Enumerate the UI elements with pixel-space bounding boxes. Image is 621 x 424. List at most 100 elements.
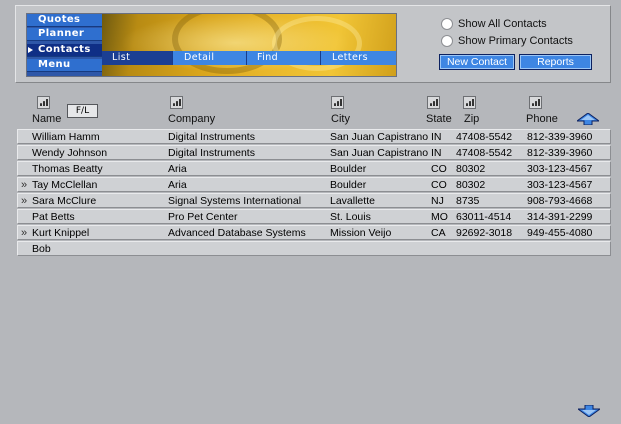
contact-company: Digital Instruments (168, 131, 255, 143)
show-primary-label: Show Primary Contacts (458, 35, 573, 47)
contact-city: Boulder (330, 163, 367, 175)
new-contact-label: New Contact (440, 55, 514, 69)
contact-company: Aria (168, 163, 187, 175)
contact-name: Kurt Knippel (32, 227, 90, 239)
contact-zip: 63011-4514 (456, 211, 512, 223)
contact-phone: 303-123-4567 (527, 179, 593, 191)
column-header-state[interactable]: State (426, 96, 452, 125)
top-toolbar: Quotes Planner Contacts Menu List Detail… (15, 5, 611, 83)
contact-company: Aria (168, 179, 187, 191)
column-name-label: Name (32, 113, 62, 125)
bar-chart-icon[interactable] (37, 96, 50, 109)
show-primary-option[interactable]: Show Primary Contacts (441, 34, 573, 48)
contact-city: St. Louis (330, 211, 371, 223)
contact-phone: 303-123-4567 (527, 163, 593, 175)
show-all-label: Show All Contacts (458, 18, 547, 30)
row-marker: » (21, 195, 28, 207)
contact-name: Sara McClure (32, 195, 97, 207)
column-header-phone[interactable]: Phone (526, 96, 558, 125)
contact-company: Pro Pet Center (168, 211, 238, 223)
reports-label: Reports (520, 55, 591, 69)
navigation-panel: Quotes Planner Contacts Menu List Detail… (26, 13, 397, 77)
column-city-label: City (331, 113, 350, 125)
contact-company: Digital Instruments (168, 147, 255, 159)
contact-city: Boulder (330, 179, 367, 191)
show-all-radio[interactable] (441, 18, 453, 30)
contact-state: CA (431, 227, 446, 239)
column-header-zip[interactable]: Zip (463, 96, 479, 125)
bar-chart-icon[interactable] (463, 96, 476, 109)
contact-phone: 314-391-2299 (527, 211, 593, 223)
tab-detail[interactable]: Detail (173, 51, 247, 65)
contact-name: Tay McClellan (32, 179, 98, 191)
row-marker: » (21, 179, 28, 191)
table-row[interactable]: » Sara McClure Signal Systems Internatio… (17, 193, 611, 208)
contact-state: IN (431, 131, 442, 143)
table-row[interactable]: Thomas Beatty Aria Boulder CO 80302 303-… (17, 161, 611, 176)
contact-name: Wendy Johnson (32, 147, 108, 159)
table-row[interactable]: Wendy Johnson Digital Instruments San Ju… (17, 145, 611, 160)
show-all-option[interactable]: Show All Contacts (441, 17, 547, 31)
tab-find[interactable]: Find (247, 51, 321, 65)
contact-state: IN (431, 147, 442, 159)
contact-zip: 80302 (456, 179, 486, 191)
table-row[interactable]: » Kurt Knippel Advanced Database Systems… (17, 225, 611, 240)
bar-chart-icon[interactable] (427, 96, 440, 109)
column-header-city[interactable]: City (331, 96, 350, 125)
contact-list: William Hamm Digital Instruments San Jua… (17, 129, 611, 257)
bar-chart-icon[interactable] (170, 96, 183, 109)
menu-planner[interactable]: Planner (27, 28, 102, 41)
up-arrow-icon[interactable] (577, 113, 599, 125)
contact-phone: 812-339-3960 (527, 147, 593, 159)
menu-contacts[interactable]: Contacts (27, 44, 102, 57)
contact-zip: 47408-5542 (456, 131, 513, 143)
contact-zip: 47408-5542 (456, 147, 513, 159)
table-row[interactable]: Pat Betts Pro Pet Center St. Louis MO 63… (17, 209, 611, 224)
contact-phone: 949-455-4080 (527, 227, 593, 239)
contact-state: CO (431, 179, 447, 191)
table-row[interactable]: William Hamm Digital Instruments San Jua… (17, 129, 611, 144)
table-row[interactable]: » Tay McClellan Aria Boulder CO 80302 30… (17, 177, 611, 192)
row-marker: » (21, 227, 28, 239)
contact-state: MO (431, 211, 448, 223)
column-header-name[interactable]: Name (32, 96, 61, 125)
down-arrow-icon[interactable] (578, 405, 600, 417)
column-header-company[interactable]: Company (168, 96, 215, 125)
first-last-toggle-button[interactable]: F/L (67, 104, 98, 118)
column-state-label: State (426, 113, 452, 125)
banner-image (102, 14, 396, 76)
menu-menu-label: Menu (38, 59, 71, 70)
tab-list[interactable]: List (102, 51, 173, 65)
contact-city: San Juan Capistrano (330, 131, 429, 143)
menu-quotes[interactable]: Quotes (27, 14, 102, 27)
subtab-bar: List Detail Find Letters (102, 51, 396, 65)
contact-phone: 908-793-4668 (527, 195, 593, 207)
table-row[interactable]: Bob (17, 241, 611, 256)
contact-city: Lavallette (330, 195, 375, 207)
bar-chart-icon[interactable] (331, 96, 344, 109)
reports-button[interactable]: Reports (519, 54, 592, 70)
contact-name: Thomas Beatty (32, 163, 103, 175)
show-primary-radio[interactable] (441, 35, 453, 47)
contact-zip: 92692-3018 (456, 227, 513, 239)
contact-state: CO (431, 163, 447, 175)
bar-chart-icon[interactable] (529, 96, 542, 109)
menu-menu[interactable]: Menu (27, 59, 102, 72)
contact-phone: 812-339-3960 (527, 131, 593, 143)
contact-city: San Juan Capistrano (330, 147, 429, 159)
new-contact-button[interactable]: New Contact (439, 54, 515, 70)
triangle-pointer-icon (28, 47, 33, 53)
contact-zip: 80302 (456, 163, 486, 175)
column-company-label: Company (168, 113, 216, 125)
menu-planner-label: Planner (38, 28, 85, 39)
contact-name: William Hamm (32, 131, 100, 143)
menu-contacts-label: Contacts (38, 44, 91, 55)
contact-zip: 8735 (456, 195, 480, 207)
contact-company: Advanced Database Systems (168, 227, 306, 239)
contact-name: Pat Betts (32, 211, 75, 223)
contact-name: Bob (32, 243, 51, 255)
menu-quotes-label: Quotes (38, 14, 81, 25)
tab-letters[interactable]: Letters (321, 51, 396, 65)
contact-state: NJ (431, 195, 444, 207)
column-zip-label: Zip (464, 113, 480, 125)
